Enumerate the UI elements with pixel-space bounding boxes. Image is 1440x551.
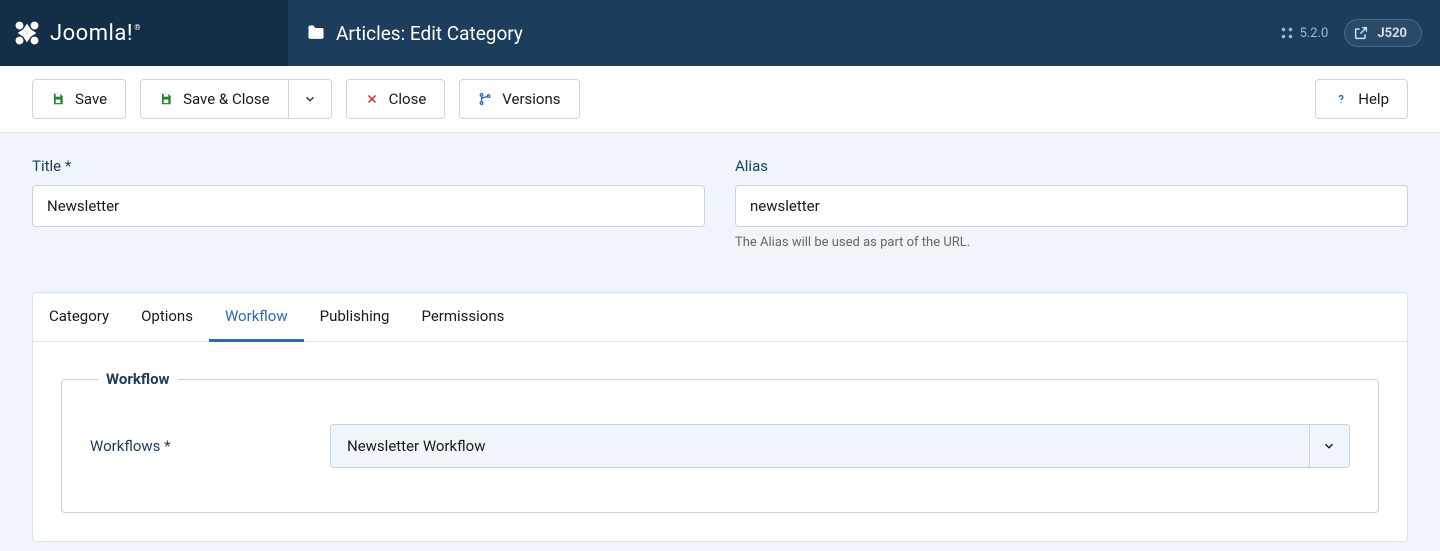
- site-badge-label: J520: [1377, 26, 1407, 41]
- workflow-legend: Workflow: [98, 370, 178, 388]
- versions-button-label: Versions: [502, 90, 560, 108]
- page-title-text: Articles: Edit Category: [336, 22, 523, 45]
- versions-button[interactable]: Versions: [459, 79, 579, 119]
- tab-permissions[interactable]: Permissions: [405, 293, 520, 342]
- app-header: Joomla! Articles: Edit Category 5.2.0 J5…: [0, 0, 1440, 66]
- close-button-label: Close: [389, 90, 427, 108]
- title-alias-row: Title * Alias The Alias will be used as …: [0, 133, 1440, 262]
- alias-input[interactable]: [735, 185, 1408, 227]
- tabs-card: Category Options Workflow Publishing Per…: [32, 292, 1408, 542]
- close-icon: [365, 92, 379, 106]
- save-dropdown-button[interactable]: [288, 79, 332, 119]
- workflow-fieldset: Workflow Workflows * Newsletter Workflow: [61, 370, 1379, 513]
- tab-options[interactable]: Options: [125, 293, 209, 342]
- save-button[interactable]: Save: [32, 79, 126, 119]
- branch-icon: [478, 92, 492, 106]
- help-button[interactable]: Help: [1315, 79, 1408, 119]
- folder-icon: [306, 23, 326, 43]
- external-link-icon: [1353, 25, 1369, 41]
- save-icon: [159, 92, 173, 106]
- title-input[interactable]: [32, 185, 705, 227]
- tab-category[interactable]: Category: [33, 293, 125, 342]
- workflows-select-wrap: Newsletter Workflow: [330, 424, 1350, 468]
- site-badge[interactable]: J520: [1344, 19, 1422, 47]
- title-field-group: Title *: [32, 157, 705, 250]
- toolbar: Save Save & Close Close Versions Help: [0, 66, 1440, 133]
- brand[interactable]: Joomla!: [0, 0, 288, 66]
- workflows-label: Workflows *: [90, 437, 330, 455]
- tabs: Category Options Workflow Publishing Per…: [33, 293, 1407, 342]
- workflows-select[interactable]: Newsletter Workflow: [330, 424, 1350, 468]
- save-button-label: Save: [75, 90, 107, 108]
- tab-panel-workflow: Workflow Workflows * Newsletter Workflow: [33, 342, 1407, 541]
- header-right: 5.2.0 J520: [1280, 19, 1440, 47]
- alias-label: Alias: [735, 157, 1408, 175]
- tab-workflow[interactable]: Workflow: [209, 293, 304, 342]
- chevron-down-icon: [303, 92, 317, 106]
- version-indicator[interactable]: 5.2.0: [1280, 26, 1329, 41]
- help-icon: [1334, 92, 1348, 106]
- save-close-group: Save & Close: [140, 79, 332, 119]
- save-close-button[interactable]: Save & Close: [140, 79, 288, 119]
- save-close-button-label: Save & Close: [183, 90, 270, 108]
- tab-publishing[interactable]: Publishing: [304, 293, 406, 342]
- alias-help-text: The Alias will be used as part of the UR…: [735, 235, 1408, 250]
- joomla-logo-icon: [12, 18, 42, 48]
- close-button[interactable]: Close: [346, 79, 446, 119]
- page-title: Articles: Edit Category: [288, 22, 541, 45]
- version-text: 5.2.0: [1300, 26, 1329, 41]
- help-button-label: Help: [1358, 90, 1389, 108]
- title-label: Title *: [32, 157, 705, 175]
- alias-field-group: Alias The Alias will be used as part of …: [735, 157, 1408, 250]
- joomla-small-icon: [1280, 26, 1294, 40]
- save-icon: [51, 92, 65, 106]
- workflows-field-row: Workflows * Newsletter Workflow: [90, 424, 1350, 468]
- brand-name: Joomla!: [50, 21, 133, 46]
